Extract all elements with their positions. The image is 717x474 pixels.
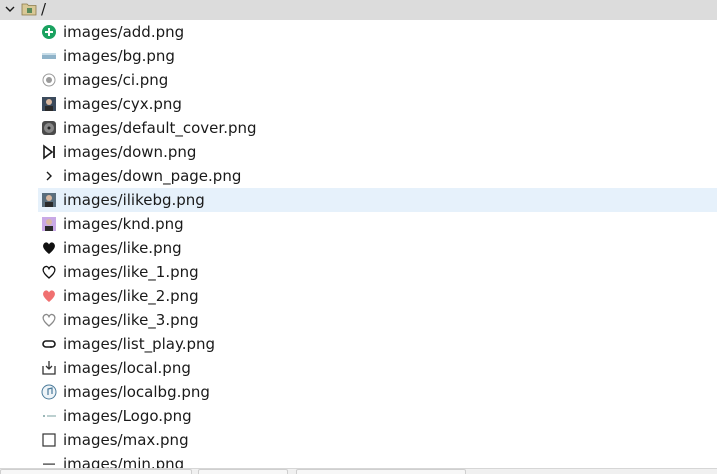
music-disc-icon [41, 384, 57, 400]
tree-item-label: images/max.png [63, 431, 189, 449]
tree-item[interactable]: images/add.png [38, 20, 717, 44]
photo-thumbnail-icon [42, 97, 56, 111]
tree-item[interactable]: images/like.png [38, 236, 717, 260]
add-icon [42, 25, 56, 39]
disc-icon [42, 121, 56, 135]
tree-item[interactable]: images/Logo.png [38, 404, 717, 428]
tree-item[interactable]: images/bg.png [38, 44, 717, 68]
chevron-right-icon [46, 171, 52, 181]
maximize-icon [42, 433, 56, 447]
chevron-down-icon[interactable] [3, 2, 17, 16]
tree-item-label: images/down.png [63, 143, 197, 161]
tree-item-label: images/ilikebg.png [63, 191, 205, 209]
tree-item-label: images/bg.png [63, 47, 175, 65]
tree-item-label: images/Logo.png [63, 407, 192, 425]
minimize-icon [43, 463, 55, 465]
ci-icon [42, 73, 56, 87]
tree-item-label: images/local.png [63, 359, 191, 377]
skip-next-icon [43, 144, 55, 160]
file-tree: / images/add.png images/bg.png images/ci.p… [0, 0, 717, 468]
heart-filled-icon [43, 242, 55, 254]
tree-item[interactable]: images/knd.png [38, 212, 717, 236]
tree-item[interactable]: images/like_1.png [38, 260, 717, 284]
tree-item[interactable]: images/ilikebg.png [38, 188, 717, 212]
tree-item[interactable]: images/localbg.png [38, 380, 717, 404]
tree-item-label: images/like_3.png [63, 311, 199, 329]
background-image-icon [42, 53, 56, 59]
tree-item[interactable]: images/like_3.png [38, 308, 717, 332]
tree-item-label: images/ci.png [63, 71, 169, 89]
tree-item[interactable]: images/local.png [38, 356, 717, 380]
tree-item-label: images/add.png [63, 23, 185, 41]
tree-item[interactable]: images/like_2.png [38, 284, 717, 308]
download-icon [42, 361, 56, 375]
tree-item-label: images/like_2.png [63, 287, 199, 305]
tree-item-label: images/min.png [63, 455, 185, 468]
tree-item[interactable]: images/list_play.png [38, 332, 717, 356]
loop-icon [42, 340, 56, 348]
heart-outline-icon [42, 265, 56, 279]
bottom-tab[interactable] [0, 469, 192, 474]
heart-filled-icon [43, 290, 55, 302]
tree-item[interactable]: images/down_page.png [38, 164, 717, 188]
folder-icon [21, 3, 37, 16]
tree-item-label: images/like_1.png [63, 263, 199, 281]
photo-thumbnail-icon [42, 217, 56, 231]
tree-item[interactable]: images/cyx.png [38, 92, 717, 116]
tree-item-label: images/localbg.png [63, 383, 210, 401]
tree-item[interactable]: images/max.png [38, 428, 717, 452]
tree-item[interactable]: images/ci.png [38, 68, 717, 92]
bottom-tab[interactable] [198, 469, 288, 474]
logo-icon [43, 415, 56, 417]
bottom-tab[interactable] [296, 469, 466, 474]
photo-thumbnail-icon [42, 193, 56, 207]
tree-item-label: images/like.png [63, 239, 182, 257]
tree-item-label: images/cyx.png [63, 95, 182, 113]
tree-item-label: images/default_cover.png [63, 119, 257, 137]
tree-item-label: images/knd.png [63, 215, 184, 233]
tree-root-label: / [41, 0, 47, 18]
tree-item[interactable]: images/min.png [38, 452, 717, 468]
tree-root-row[interactable]: / [0, 0, 717, 20]
tree-item-label: images/list_play.png [63, 335, 216, 353]
tree-item[interactable]: images/down.png [38, 140, 717, 164]
tree-item[interactable]: images/default_cover.png [38, 116, 717, 140]
heart-outline-icon [42, 313, 56, 327]
tree-item-label: images/down_page.png [63, 167, 242, 185]
